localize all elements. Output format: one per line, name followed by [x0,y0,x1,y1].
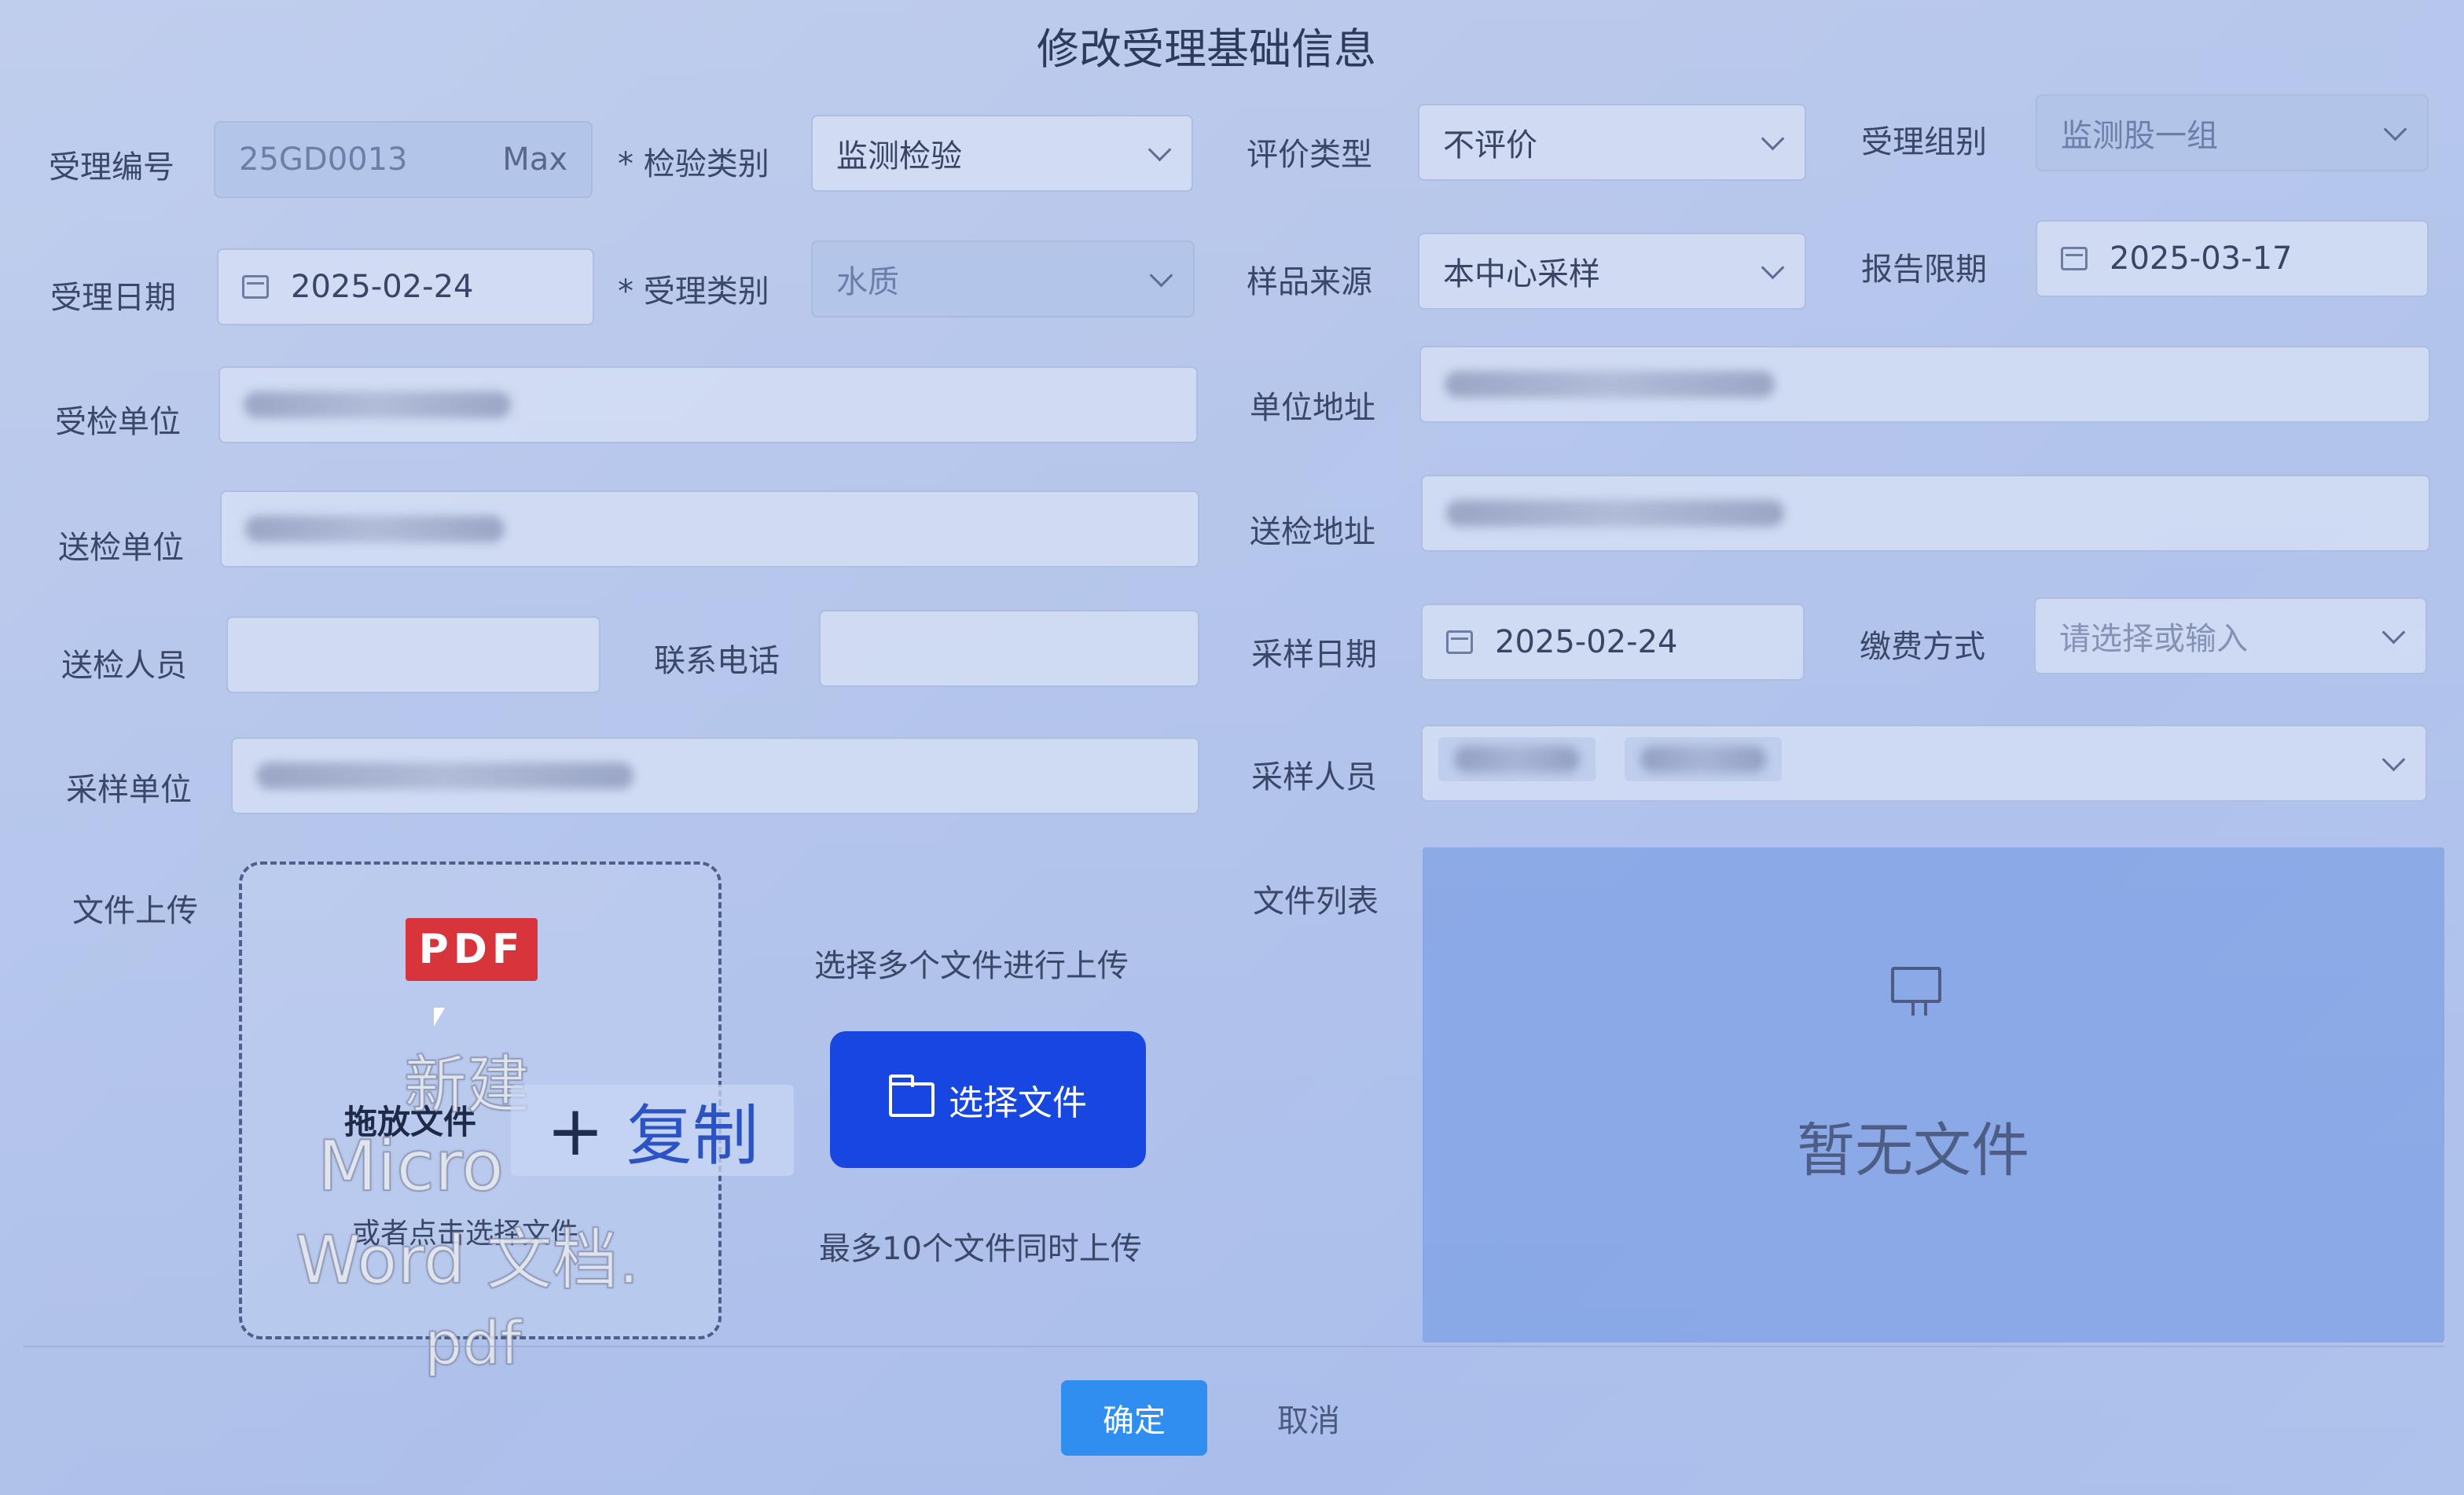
sample-source-select[interactable]: 本中心采样 [1418,233,1806,310]
edit-accept-dialog: 修改受理基础信息 受理编号 25GD0013 Max * 检验类别 监测检验 评… [0,0,2464,1495]
inspect-category-value: 监测检验 [836,138,962,174]
contact-phone-label: 联系电话 [654,643,780,679]
sampling-date-value: 2025-02-24 [1495,624,1678,660]
sampling-person-label: 采样人员 [1251,759,1377,795]
accept-no-max-suffix[interactable]: Max [502,141,567,178]
calendar-icon [2061,247,2088,270]
contact-phone-input[interactable] [819,610,1199,687]
folder-icon [889,1074,935,1117]
accept-date-picker[interactable]: 2025-02-24 [217,248,594,325]
drag-ghost-line2: Micro [317,1125,505,1207]
eval-type-value: 不评价 [1443,127,1537,163]
report-deadline-picker[interactable]: 2025-03-17 [2036,220,2429,297]
report-deadline-value: 2025-03-17 [2110,241,2293,277]
chevron-down-icon [1149,263,1173,287]
sender-unit-input[interactable] [220,490,1199,568]
accept-no-label: 受理编号 [49,149,174,185]
drag-copy-badge: + 复制 [511,1085,794,1176]
accept-group-select[interactable]: 监测股一组 [2036,94,2429,171]
chevron-down-icon [2381,620,2406,644]
sampling-unit-input[interactable] [231,737,1199,814]
redacted-text [244,391,511,418]
inspected-unit-input[interactable] [218,366,1198,443]
redacted-text [256,762,633,789]
payment-method-select[interactable]: 请选择或输入 [2034,597,2427,674]
chevron-down-icon [1148,138,1172,161]
sampling-date-picker[interactable]: 2025-02-24 [1421,604,1805,681]
accept-date-label: 受理日期 [50,280,176,316]
accept-category-value: 水质 [836,264,899,300]
redacted-text [1446,500,1784,527]
calendar-icon [242,275,269,299]
drag-copy-label: 复制 [626,1096,758,1174]
sender-unit-label: 送检单位 [58,530,184,566]
accept-group-value: 监测股一组 [2061,118,2218,154]
accept-group-label: 受理组别 [1861,124,1987,160]
sampling-date-label: 采样日期 [1251,637,1377,673]
accept-no-value: 25GD0013 [239,141,408,178]
chevron-down-icon [2383,117,2407,141]
redacted-text [245,516,505,542]
sender-address-label: 送检地址 [1250,514,1375,550]
payment-method-label: 缴费方式 [1860,629,1985,665]
accept-category-select[interactable]: 水质 [811,241,1195,318]
unit-address-input[interactable] [1419,346,2430,423]
drag-ghost-line4: pdf [424,1307,522,1379]
calendar-icon [1446,630,1473,654]
sampling-unit-label: 采样单位 [66,772,192,808]
sampling-person-tag[interactable] [1624,737,1782,781]
upload-limit-hint: 最多10个文件同时上传 [819,1231,1142,1267]
footer-divider [24,1346,2444,1347]
sampling-person-tag[interactable] [1438,737,1596,781]
unit-address-label: 单位地址 [1250,390,1375,426]
sender-person-input[interactable] [226,616,600,693]
file-list-label: 文件列表 [1253,883,1379,920]
inspected-unit-label: 受检单位 [55,404,181,440]
accept-category-label: * 受理类别 [618,274,769,310]
cancel-button[interactable]: 取消 [1250,1380,1368,1456]
accept-date-value: 2025-02-24 [291,269,474,305]
chevron-down-icon [1761,255,1785,279]
sample-source-label: 样品来源 [1247,264,1372,300]
sampling-person-select[interactable] [1421,725,2427,802]
sender-person-label: 送检人员 [61,648,187,684]
mouse-cursor-icon [434,1008,445,1027]
ok-button[interactable]: 确定 [1061,1380,1207,1456]
eval-type-select[interactable]: 不评价 [1418,104,1806,181]
file-list-empty-text: 暂无文件 [1797,1117,2029,1185]
select-file-label: 选择文件 [949,1083,1087,1123]
sender-address-input[interactable] [1421,475,2430,552]
chevron-down-icon [2381,748,2406,771]
select-file-button[interactable]: 选择文件 [830,1031,1146,1168]
chevron-down-icon [1761,127,1785,150]
file-upload-label: 文件上传 [72,893,198,929]
inspect-category-label: * 检验类别 [618,146,769,182]
file-list-panel [1423,847,2444,1343]
redacted-text [1445,371,1775,398]
sample-source-value: 本中心采样 [1443,256,1600,292]
plus-icon: + [546,1089,604,1171]
payment-method-placeholder: 请选择或输入 [2059,621,2248,657]
report-deadline-label: 报告限期 [1861,252,1987,288]
eval-type-label: 评价类型 [1247,137,1372,173]
inspect-category-select[interactable]: 监测检验 [811,115,1193,192]
empty-box-icon [1891,967,1941,1016]
accept-no-input[interactable]: 25GD0013 Max [214,121,593,198]
drag-ghost-line3: Word 文档. [295,1221,640,1299]
dialog-title: 修改受理基础信息 [1037,24,1376,74]
multi-upload-hint: 选择多个文件进行上传 [814,948,1129,984]
pdf-file-icon: PDF [406,918,538,981]
